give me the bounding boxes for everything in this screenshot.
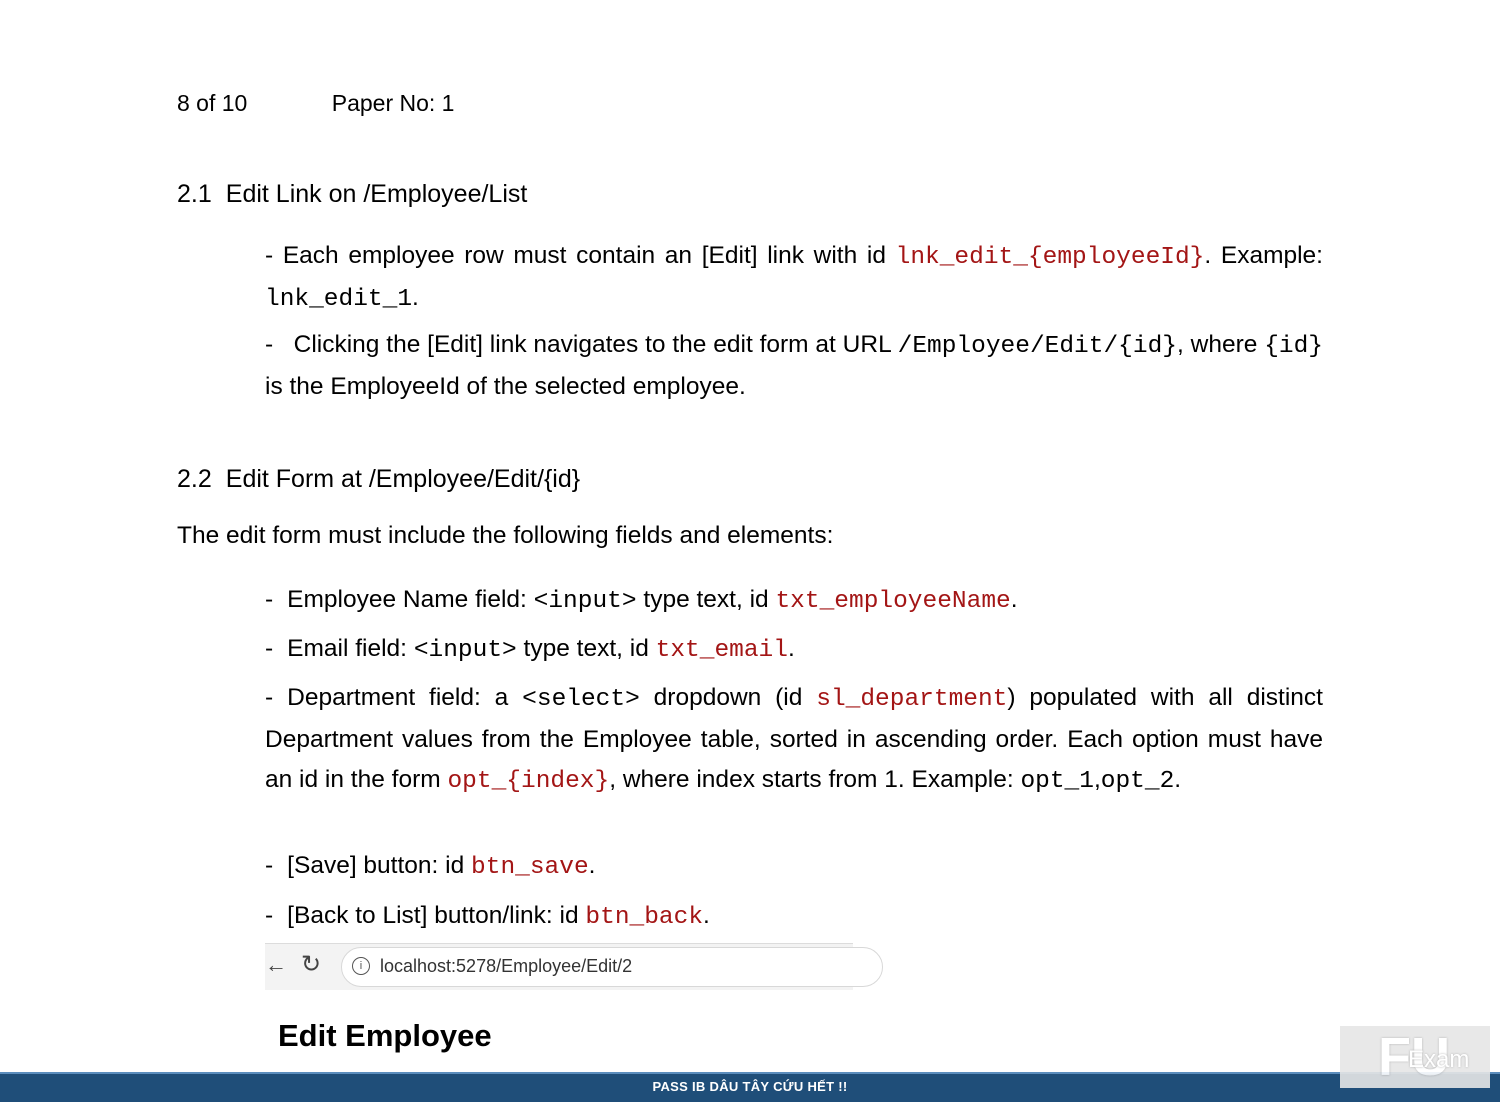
paragraph-edit-link: - Each employee row must contain an [Edi… [265,242,1323,313]
section-title-text: Edit Form at /Employee/Edit/{id} [225,465,581,493]
code-lnk-edit: lnk_edit_{employeeId} [895,244,1205,271]
code-id: txt_email [655,637,788,664]
back-arrow-icon[interactable]: ← [265,952,287,978]
code-opt-example: opt_1 [1020,768,1094,795]
code-id: btn_save [471,854,589,881]
code-id: btn_back [585,904,704,931]
list-item: - Department field: a <select> dropdown (… [265,684,1323,795]
code-tag: <input> [413,637,517,664]
section-intro: The edit form must include the following… [177,522,834,549]
page-number: 8 of 10 [177,90,248,116]
code-id: {id} [1264,333,1323,360]
code-opt-example: opt_2 [1100,768,1175,795]
info-icon[interactable]: i [352,957,370,975]
logo-exam: Exam [1408,1046,1470,1073]
list-item: - [Back to List] button/link: id btn_back… [265,902,710,931]
code-id: txt_employeeName [775,588,1011,615]
code-edit-url: /Employee/Edit/{id} [897,333,1177,360]
section-number: 2.2 [177,465,212,493]
code-tag: <select> [522,686,640,713]
code-id: sl_department [816,686,1008,713]
footer-bar: PASS IB DÂU TÂY CỨU HẾT !! [0,1072,1500,1102]
browser-address-bar: ← ↻ i localhost:5278/Employee/Edit/2 [265,943,883,990]
section-2-1-title: 2.1 Edit Link on /Employee/List [177,180,527,209]
code-opt-index: opt_{index} [447,768,610,795]
list-item: - Employee Name field: <input> type text,… [265,586,1018,615]
fu-exam-logo: FU Exam [1340,1026,1490,1088]
reload-icon[interactable]: ↻ [301,950,321,979]
paper-number: Paper No: 1 [331,90,455,116]
section-number: 2.1 [177,180,212,208]
footer-text: PASS IB DÂU TÂY CỨU HẾT !! [652,1079,848,1094]
edit-employee-heading: Edit Employee [278,1018,492,1053]
section-title-text: Edit Link on /Employee/List [225,180,528,208]
url-field[interactable]: i localhost:5278/Employee/Edit/2 [341,947,883,987]
section-2-2-title: 2.2 Edit Form at /Employee/Edit/{id} [177,465,580,494]
list-item: - [Save] button: id btn_save. [265,852,596,881]
code-tag: <input> [533,588,637,615]
url-text: localhost:5278/Employee/Edit/2 [380,956,633,976]
paragraph-edit-navigation: - Clicking the [Edit] link navigates to … [265,331,1323,400]
list-item: - Email field: <input> type text, id txt_… [265,635,795,664]
code-lnk-example: lnk_edit_1 [265,286,413,313]
page-header: 8 of 10 Paper No: 1 [177,90,454,117]
